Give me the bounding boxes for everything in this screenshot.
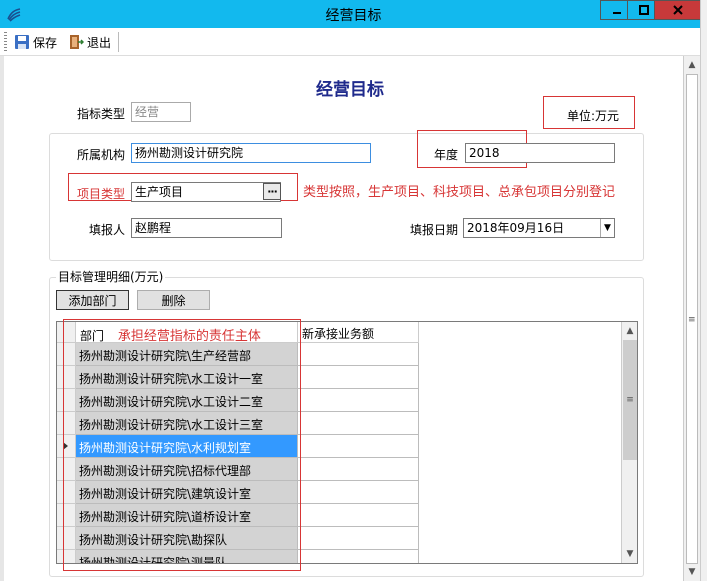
close-icon [672,5,683,15]
project-type-label: 项目类型 [77,187,126,201]
report-date-value: 2018年09月16日 [467,221,565,235]
report-date-label: 填报日期 [410,223,459,237]
exit-door-icon [70,35,84,49]
project-type-picker-button[interactable]: ··· [263,183,281,200]
save-icon [15,35,29,49]
grid-scroll-down-icon[interactable]: ▼ [622,546,637,562]
grid-scrollbar-thumb[interactable]: ≡ [623,340,637,460]
scroll-up-icon[interactable]: ▲ [684,57,700,73]
toolbar: 保存 退出 [0,28,707,56]
amount-cell[interactable] [298,435,419,458]
grip-icon: ≡ [626,395,634,405]
project-type-value: 生产项目 [135,185,184,199]
add-department-button[interactable]: 添加部门 [56,290,129,310]
amount-cell[interactable] [298,366,419,389]
window-border [700,0,707,581]
col-header-amount[interactable]: 新承接业务额 [298,322,419,343]
org-label: 所属机构 [77,148,126,162]
amount-cell[interactable] [298,550,419,563]
exit-button-label: 退出 [87,35,112,50]
amount-cell[interactable] [298,481,419,504]
amount-cell[interactable] [298,458,419,481]
dept-column-annotation-box [63,319,301,571]
report-date-field[interactable]: 2018年09月16日 [463,218,615,238]
project-type-annotation: 类型按照，生产项目、科技项目、总承包项目分别登记 [303,185,616,200]
amount-cell[interactable] [298,343,419,366]
maximize-icon [639,5,649,15]
year-label: 年度 [434,148,459,162]
scrollbar-thumb[interactable]: ≡ [686,74,698,564]
indicator-type-label: 指标类型 [77,107,126,121]
window-titlebar: 经营目标 [0,0,707,28]
scroll-down-icon[interactable]: ▼ [684,564,700,580]
unit-label: 单位:万元 [567,109,620,123]
ellipsis-icon: ··· [267,185,278,198]
chevron-down-icon: ▼ [604,223,611,233]
indicator-type-field[interactable]: 经营 [131,102,191,122]
exit-button[interactable]: 退出 [68,32,111,52]
minimize-icon [613,12,621,14]
amount-cell[interactable] [298,412,419,435]
delete-button[interactable]: 删除 [137,290,210,310]
grid-scrollbar[interactable]: ▲ ≡ ▼ [621,322,637,563]
reporter-label: 填报人 [89,223,126,237]
grip-icon: ≡ [688,315,696,325]
form-scrollbar[interactable]: ▲ ≡ ▼ [683,56,700,581]
amount-cell[interactable] [298,389,419,412]
reporter-field[interactable]: 赵鹏程 [131,218,282,238]
project-type-field[interactable]: 生产项目 [131,182,281,202]
amount-cell[interactable] [298,504,419,527]
close-button[interactable] [654,0,701,20]
grid-scroll-up-icon[interactable]: ▲ [622,323,637,339]
toolbar-separator [118,32,119,52]
amount-cell[interactable] [298,527,419,550]
toolbar-grip [4,32,7,52]
save-button[interactable]: 保存 [14,32,57,52]
year-field[interactable]: 2018 [465,143,615,163]
detail-group-title: 目标管理明细(万元) [56,268,166,285]
save-button-label: 保存 [33,35,58,50]
org-field[interactable]: 扬州勘测设计研究院 [131,143,371,163]
date-dropdown-button[interactable]: ▼ [600,219,614,237]
